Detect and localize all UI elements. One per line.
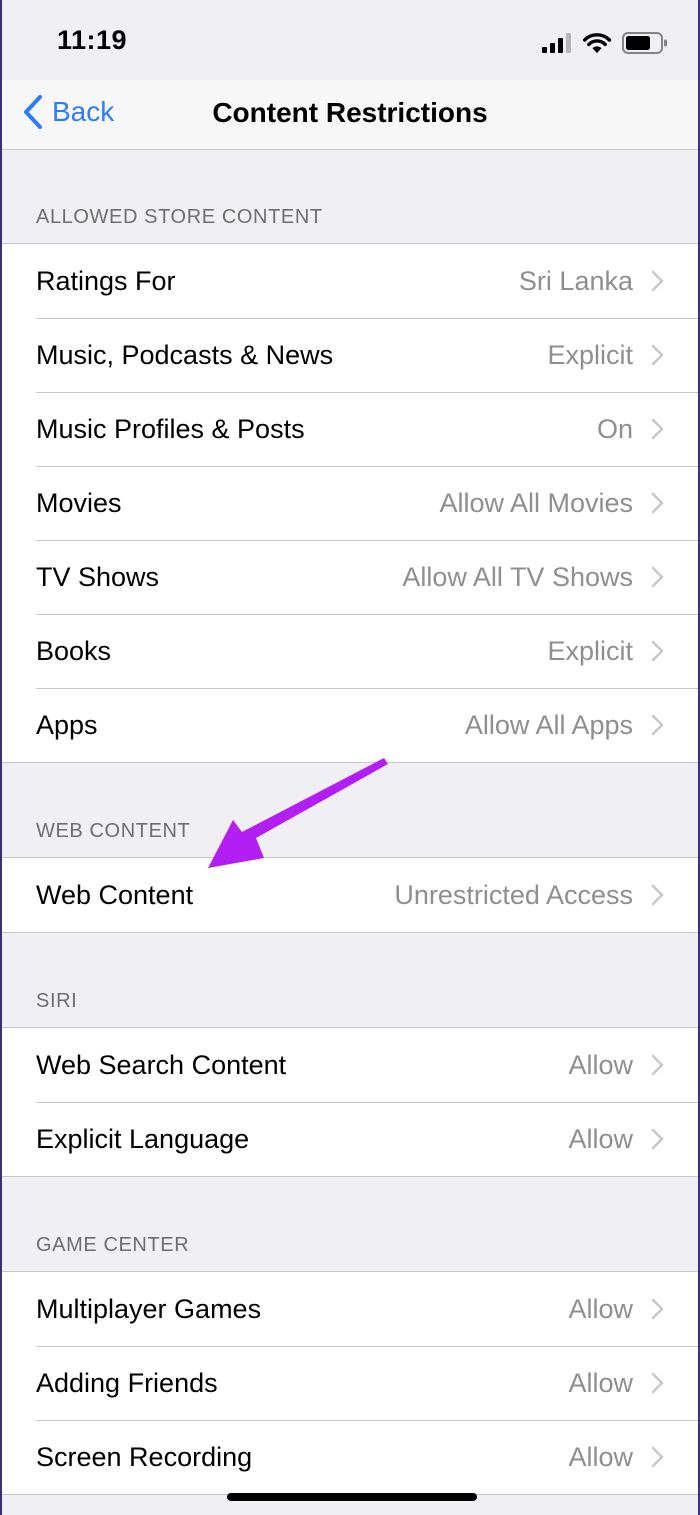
- row-value: Allow All Apps: [464, 709, 633, 740]
- chevron-right-icon: [651, 344, 664, 366]
- row-value: Explicit: [547, 635, 633, 666]
- row-label: Books: [36, 635, 112, 666]
- row-value: Allow: [568, 1123, 633, 1154]
- row-value: On: [596, 413, 633, 444]
- chevron-right-icon: [651, 1054, 664, 1076]
- row-value: Allow All Movies: [439, 487, 633, 518]
- group-siri: Web Search Content Allow Explicit Langua…: [2, 1027, 698, 1177]
- cellular-signal-icon: [542, 33, 571, 53]
- row-music-podcasts-news[interactable]: Music, Podcasts & News Explicit: [2, 318, 698, 392]
- group-game-center: Multiplayer Games Allow Adding Friends A…: [2, 1271, 698, 1495]
- row-label: Web Search Content: [36, 1049, 287, 1080]
- battery-icon: [622, 32, 667, 54]
- status-bar: 11:19: [2, 0, 698, 80]
- row-value: Allow All TV Shows: [402, 561, 633, 592]
- row-explicit-language[interactable]: Explicit Language Allow: [2, 1102, 698, 1176]
- chevron-right-icon: [651, 418, 664, 440]
- row-apps[interactable]: Apps Allow All Apps: [2, 688, 698, 762]
- row-web-search-content[interactable]: Web Search Content Allow: [2, 1028, 698, 1102]
- row-value: Sri Lanka: [518, 265, 633, 296]
- row-value: Explicit: [547, 339, 633, 370]
- row-adding-friends[interactable]: Adding Friends Allow: [2, 1346, 698, 1420]
- row-label: Screen Recording: [36, 1441, 253, 1472]
- home-indicator: [227, 1493, 477, 1501]
- page-title: Content Restrictions: [212, 97, 488, 128]
- chevron-right-icon: [651, 1372, 664, 1394]
- chevron-right-icon: [651, 1298, 664, 1320]
- row-label: Multiplayer Games: [36, 1293, 262, 1324]
- row-label: Movies: [36, 487, 122, 518]
- chevron-right-icon: [651, 714, 664, 736]
- row-label: Ratings For: [36, 265, 176, 296]
- row-label: TV Shows: [36, 561, 160, 592]
- chevron-right-icon: [651, 492, 664, 514]
- row-web-content[interactable]: Web Content Unrestricted Access: [2, 858, 698, 932]
- wifi-icon: [582, 33, 612, 53]
- row-movies[interactable]: Movies Allow All Movies: [2, 466, 698, 540]
- section-header-game-center: GAME CENTER: [36, 1234, 190, 1256]
- row-ratings-for[interactable]: Ratings For Sri Lanka: [2, 244, 698, 318]
- section-header-allowed-store-content: ALLOWED STORE CONTENT: [36, 206, 323, 228]
- row-label: Adding Friends: [36, 1367, 218, 1398]
- row-value: Allow: [568, 1367, 633, 1398]
- status-time: 11:19: [57, 25, 128, 55]
- row-tv-shows[interactable]: TV Shows Allow All TV Shows: [2, 540, 698, 614]
- row-value: Allow: [568, 1293, 633, 1324]
- row-multiplayer-games[interactable]: Multiplayer Games Allow: [2, 1272, 698, 1346]
- navigation-bar: Back Content Restrictions: [2, 80, 698, 150]
- row-label: Music Profiles & Posts: [36, 413, 305, 444]
- chevron-right-icon: [651, 1446, 664, 1468]
- row-books[interactable]: Books Explicit: [2, 614, 698, 688]
- chevron-right-icon: [651, 1128, 664, 1150]
- group-allowed-store-content: Ratings For Sri Lanka Music, Podcasts & …: [2, 243, 698, 763]
- row-value: Allow: [568, 1049, 633, 1080]
- settings-screen: 11:19 Back Content Restrictions ALLOWED …: [0, 0, 700, 1515]
- status-icons: [542, 30, 668, 56]
- row-label: Explicit Language: [36, 1123, 250, 1154]
- section-header-siri: SIRI: [36, 990, 78, 1012]
- group-web-content: Web Content Unrestricted Access: [2, 857, 698, 933]
- row-label: Music, Podcasts & News: [36, 339, 334, 370]
- chevron-right-icon: [651, 640, 664, 662]
- row-value: Unrestricted Access: [394, 879, 633, 910]
- row-screen-recording[interactable]: Screen Recording Allow: [2, 1420, 698, 1494]
- section-header-web-content: WEB CONTENT: [36, 820, 191, 842]
- chevron-right-icon: [651, 566, 664, 588]
- chevron-right-icon: [651, 270, 664, 292]
- row-music-profiles-posts[interactable]: Music Profiles & Posts On: [2, 392, 698, 466]
- row-value: Allow: [568, 1441, 633, 1472]
- row-label: Apps: [36, 709, 98, 740]
- chevron-right-icon: [651, 884, 664, 906]
- row-label: Web Content: [36, 879, 194, 910]
- settings-list: ALLOWED STORE CONTENT Ratings For Sri La…: [2, 151, 698, 1495]
